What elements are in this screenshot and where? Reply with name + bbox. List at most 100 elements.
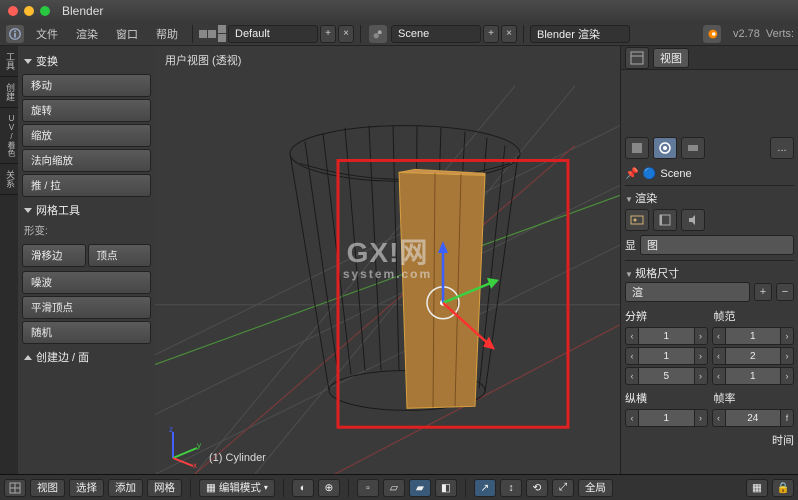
- time-label: 时间: [772, 432, 794, 448]
- zoom-window-button[interactable]: [40, 6, 50, 16]
- window-controls: [8, 6, 50, 16]
- face-select-icon[interactable]: ▰: [409, 479, 431, 497]
- render-animation-button[interactable]: [653, 209, 677, 231]
- tool-tab-shading[interactable]: UV/着色: [0, 108, 18, 164]
- deform-label: 形变:: [22, 221, 151, 240]
- res-pct-spinner[interactable]: ‹5›: [625, 367, 708, 385]
- frame-end-spinner[interactable]: ‹2›: [712, 347, 795, 365]
- layout-grid-icon[interactable]: [199, 30, 216, 38]
- minimize-window-button[interactable]: [24, 6, 34, 16]
- layout-grid-icon-2[interactable]: [218, 25, 226, 42]
- orientation-dropdown[interactable]: 全局: [578, 479, 613, 497]
- stats-label: Verts:: [766, 28, 794, 40]
- scene-remove-button[interactable]: ×: [501, 25, 517, 43]
- engine-dropdown-label: Blender 渲染: [537, 26, 600, 42]
- vp-menu-view[interactable]: 视图: [30, 479, 65, 497]
- shading-mode-icon[interactable]: ◐: [292, 479, 314, 497]
- viewport-object-name: (1) Cylinder: [209, 452, 266, 464]
- move-button[interactable]: 移动: [22, 74, 151, 97]
- edge-select-icon[interactable]: ▱: [383, 479, 405, 497]
- slide-edge-button[interactable]: 滑移边: [22, 244, 86, 267]
- tool-tab-tools[interactable]: 工具: [0, 46, 18, 77]
- scene-dropdown[interactable]: Scene: [391, 25, 481, 43]
- tool-shelf: 工具 创建 UV/着色 关系 变换 移动 旋转 缩放 法向缩放 推 / 拉 网格…: [0, 46, 155, 474]
- version-label: v2.78: [733, 28, 760, 40]
- transform-header[interactable]: 变换: [22, 50, 151, 72]
- translate-manip-icon[interactable]: ↕: [500, 479, 522, 497]
- menu-render[interactable]: 渲染: [68, 23, 106, 45]
- push-pull-button[interactable]: 推 / 拉: [22, 174, 151, 197]
- scene-add-button[interactable]: +: [483, 25, 499, 43]
- pivot-icon[interactable]: ⊕: [318, 479, 340, 497]
- menu-file[interactable]: 文件: [28, 23, 66, 45]
- render-preset-remove[interactable]: −: [776, 283, 794, 301]
- menu-window[interactable]: 窗口: [108, 23, 146, 45]
- layout-remove-button[interactable]: ×: [338, 25, 354, 43]
- properties-panel: 视图 ... 📌 🔵 Scene 渲染: [620, 46, 798, 474]
- frame-start-spinner[interactable]: ‹1›: [712, 327, 795, 345]
- tool-tab-create[interactable]: 创建: [0, 77, 18, 108]
- random-button[interactable]: 随机: [22, 321, 151, 344]
- framerange-label: 帧范: [714, 308, 795, 324]
- viewport-label: 用户视图 (透视): [165, 52, 241, 68]
- scale-manip-icon[interactable]: ⤢: [552, 479, 574, 497]
- addedge-header[interactable]: 创建边 / 面: [22, 346, 151, 368]
- limit-selection-icon[interactable]: ◧: [435, 479, 457, 497]
- prop-editor-icon[interactable]: [625, 137, 649, 159]
- menu-help[interactable]: 帮助: [148, 23, 186, 45]
- layout-dropdown[interactable]: Default: [228, 25, 318, 43]
- lock-camera-icon[interactable]: 🔒: [772, 479, 794, 497]
- render-audio-button[interactable]: [681, 209, 705, 231]
- res-y-spinner[interactable]: ‹1›: [625, 347, 708, 365]
- context-layers-icon[interactable]: [681, 137, 705, 159]
- smooth-vertex-button[interactable]: 平滑顶点: [22, 296, 151, 319]
- rotate-button[interactable]: 旋转: [22, 99, 151, 122]
- frame-step-spinner[interactable]: ‹1›: [712, 367, 795, 385]
- vp-menu-mesh[interactable]: 网格: [147, 479, 182, 497]
- engine-dropdown[interactable]: Blender 渲染: [530, 25, 630, 43]
- menubar: 文件 渲染 窗口 帮助 Default + × Scene + × Blende…: [0, 22, 798, 46]
- layers-icon[interactable]: ▦: [746, 479, 768, 497]
- context-more-icon[interactable]: ...: [770, 137, 794, 159]
- scene-icon[interactable]: [369, 25, 387, 43]
- context-render-icon[interactable]: [653, 137, 677, 159]
- blender-logo-icon: [703, 25, 721, 43]
- layout-add-button[interactable]: +: [320, 25, 336, 43]
- fps-spinner[interactable]: ‹24f: [712, 409, 795, 427]
- render-image-button[interactable]: [625, 209, 649, 231]
- render-preset-dropdown[interactable]: 渲: [625, 282, 750, 302]
- scene-name: Scene: [660, 168, 691, 180]
- render-section-header[interactable]: 渲染: [625, 190, 794, 206]
- noise-button[interactable]: 噪波: [22, 271, 151, 294]
- app-title: Blender: [62, 4, 103, 18]
- aspect-label: 纵横: [625, 390, 706, 406]
- tool-tab-relations[interactable]: 关系: [0, 164, 18, 195]
- edit-mode-icon: ▦: [206, 482, 216, 494]
- dimensions-header[interactable]: 规格尺寸: [625, 265, 794, 281]
- viewport-canvas: [155, 46, 620, 474]
- vertex-button[interactable]: 顶点: [88, 244, 152, 267]
- scale-button[interactable]: 缩放: [22, 124, 151, 147]
- info-editor-icon[interactable]: [6, 25, 24, 43]
- display-mode-dropdown[interactable]: 图: [640, 235, 794, 255]
- outliner-editor-icon[interactable]: [625, 47, 649, 69]
- aspect-x-spinner[interactable]: ‹1›: [625, 409, 708, 427]
- pin-icon[interactable]: 📌: [625, 167, 639, 180]
- view-tab-label[interactable]: 视图: [653, 48, 689, 68]
- editor-type-icon[interactable]: [4, 479, 26, 497]
- vp-menu-select[interactable]: 选择: [69, 479, 104, 497]
- mode-dropdown[interactable]: ▦编辑模式▾: [199, 479, 275, 497]
- render-preset-add[interactable]: +: [754, 283, 772, 301]
- 3d-viewport[interactable]: 用户视图 (透视) (1) Cylinder GX!网 system.com z…: [155, 46, 620, 474]
- manipulator-toggle[interactable]: ↗: [474, 479, 496, 497]
- vertex-select-icon[interactable]: ▫: [357, 479, 379, 497]
- resolution-label: 分辨: [625, 308, 706, 324]
- vp-menu-add[interactable]: 添加: [108, 479, 143, 497]
- close-window-button[interactable]: [8, 6, 18, 16]
- rotate-manip-icon[interactable]: ⟲: [526, 479, 548, 497]
- res-x-spinner[interactable]: ‹1›: [625, 327, 708, 345]
- scene-dropdown-label: Scene: [398, 28, 429, 40]
- normal-scale-button[interactable]: 法向缩放: [22, 149, 151, 172]
- meshtools-header[interactable]: 网格工具: [22, 199, 151, 221]
- titlebar: Blender: [0, 0, 798, 22]
